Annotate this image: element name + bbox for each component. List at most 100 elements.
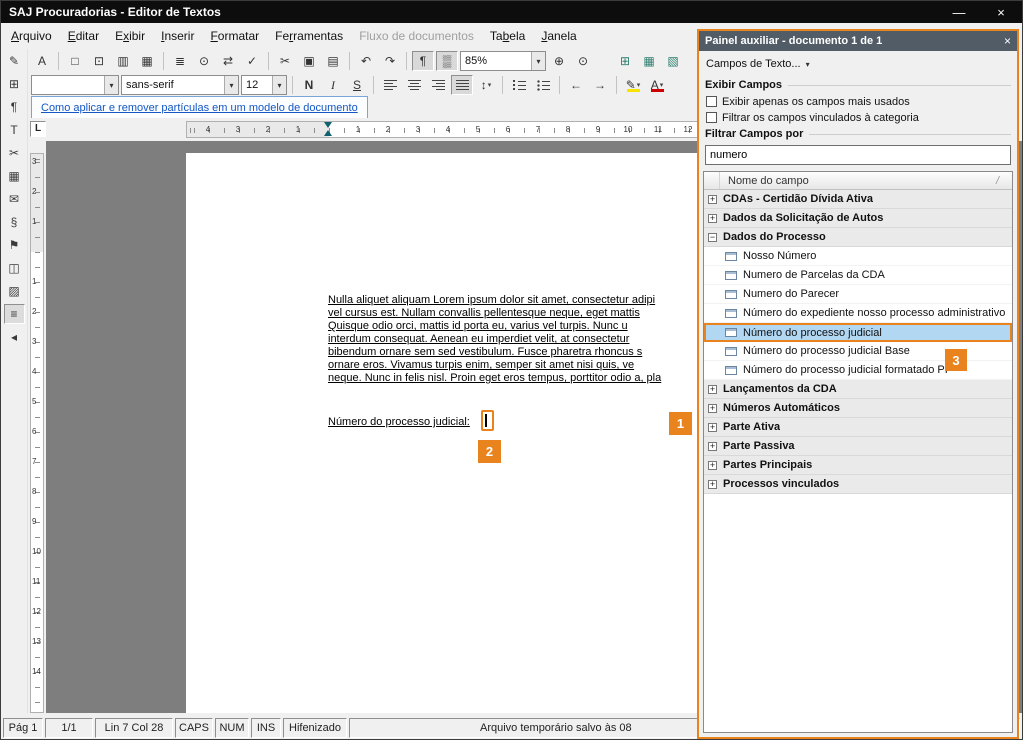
save-icon[interactable]: ▦ <box>136 51 158 71</box>
menu-arquivo[interactable]: Arquivo <box>3 25 60 47</box>
bullet-list-icon[interactable] <box>532 75 554 95</box>
spellcheck-icon[interactable]: ✓ <box>241 51 263 71</box>
category-dropdown[interactable]: Campos de Texto... ▾ <box>699 51 1017 77</box>
section-icon[interactable]: § <box>4 212 25 232</box>
first-line-indent-marker[interactable] <box>324 122 332 128</box>
italic-icon[interactable]: I <box>322 75 344 95</box>
paste-icon[interactable]: ▤ <box>322 51 344 71</box>
collapse-panel-icon[interactable]: ◂ <box>4 327 25 347</box>
split-view-icon[interactable]: ◫ <box>4 258 25 278</box>
field-group-numeros-automaticos[interactable]: +Números Automáticos <box>704 399 1012 418</box>
fields-list-header[interactable]: Nome do campo / <box>704 172 1012 190</box>
tab-stop-selector[interactable]: L <box>30 121 46 137</box>
flag-icon[interactable]: ⚑ <box>4 235 25 255</box>
field-group-partes-principais[interactable]: +Partes Principais <box>704 456 1012 475</box>
sort-icon[interactable]: / <box>996 175 1012 187</box>
insert-field-icon[interactable]: ⊞ <box>4 74 25 94</box>
text-block-icon[interactable]: T <box>4 120 25 140</box>
expand-icon[interactable]: + <box>708 214 717 223</box>
menu-formatar[interactable]: Formatar <box>202 25 267 47</box>
collapse-icon[interactable]: − <box>708 233 717 242</box>
zoom-fit-icon[interactable]: ⊙ <box>572 51 594 71</box>
cut-tool-icon[interactable]: ✂ <box>4 143 25 163</box>
field-group-cdas-certidao-divida-ativa[interactable]: +CDAs - Certidão Dívida Ativa <box>704 190 1012 209</box>
menu-inserir[interactable]: Inserir <box>153 25 202 47</box>
expand-icon[interactable]: + <box>708 461 717 470</box>
menu-fluxo-de-documentos[interactable]: Fluxo de documentos <box>351 25 482 47</box>
redo-icon[interactable]: ↷ <box>379 51 401 71</box>
checkbox-box[interactable] <box>706 112 717 123</box>
new-document-icon[interactable]: □ <box>64 51 86 71</box>
field-item-nosso-numero[interactable]: Nosso Número <box>704 247 1012 266</box>
align-left-icon[interactable] <box>379 75 401 95</box>
expand-icon[interactable]: + <box>708 480 717 489</box>
font-size-select[interactable]: 12▾ <box>241 75 287 95</box>
checkbox-box[interactable] <box>706 96 717 107</box>
field-group-parte-ativa[interactable]: +Parte Ativa <box>704 418 1012 437</box>
field-group-parte-passiva[interactable]: +Parte Passiva <box>704 437 1012 456</box>
paragraph-style-select[interactable]: ▾ <box>31 75 119 95</box>
font-select[interactable]: sans-serif▾ <box>121 75 239 95</box>
table-grid-icon[interactable]: ▦ <box>638 51 660 71</box>
dropdown-caret-icon[interactable]: ▾ <box>272 76 286 94</box>
field-item-numero-do-processo-judicial[interactable]: Número do processo judicial <box>704 323 1012 342</box>
menu-janela[interactable]: Janela <box>533 25 584 47</box>
expand-icon[interactable]: + <box>708 385 717 394</box>
menu-editar[interactable]: Editar <box>60 25 107 47</box>
paragraph-marks-icon[interactable]: ¶ <box>4 97 25 117</box>
field-item-numero-do-parecer[interactable]: Numero do Parecer <box>704 285 1012 304</box>
open-document-icon[interactable]: ⊡ <box>88 51 110 71</box>
align-justify-icon[interactable] <box>451 75 473 95</box>
line-spacing-icon[interactable]: ↕▾ <box>475 75 497 95</box>
close-button[interactable]: × <box>980 5 1022 20</box>
print-icon[interactable]: ≣ <box>169 51 191 71</box>
document-template-icon[interactable]: ▥ <box>112 51 134 71</box>
filter-input[interactable] <box>705 145 1011 165</box>
field-shading-icon[interactable]: ▒ <box>436 51 458 71</box>
table-tool-icon[interactable]: ▦ <box>4 166 25 186</box>
cut-icon[interactable]: ✂ <box>274 51 296 71</box>
increase-indent-icon[interactable]: → <box>589 75 611 95</box>
insert-table-icon[interactable]: ⊞ <box>614 51 636 71</box>
menu-exibir[interactable]: Exibir <box>107 25 153 47</box>
undo-icon[interactable]: ↶ <box>355 51 377 71</box>
help-link[interactable]: Como aplicar e remover partículas em um … <box>41 102 358 114</box>
document-flow-icon[interactable]: ⇄ <box>217 51 239 71</box>
table-borders-icon[interactable]: ▧ <box>662 51 684 71</box>
field-group-dados-do-processo[interactable]: −Dados do Processo <box>704 228 1012 247</box>
field-group-lancamentos-da-cda[interactable]: +Lançamentos da CDA <box>704 380 1012 399</box>
decrease-indent-icon[interactable]: ← <box>565 75 587 95</box>
menu-tabela[interactable]: Tabela <box>482 25 533 47</box>
field-group-processos-vinculados[interactable]: +Processos vinculados <box>704 475 1012 494</box>
highlight-color-icon[interactable]: ✎▾ <box>622 75 644 95</box>
field-group-dados-da-solicitacao-de-autos[interactable]: +Dados da Solicitação de Autos <box>704 209 1012 228</box>
left-indent-marker[interactable] <box>324 130 332 136</box>
print-preview-icon[interactable]: ⊙ <box>193 51 215 71</box>
formatting-marks-icon[interactable]: ¶ <box>412 51 434 71</box>
checkbox-filter-category[interactable]: Filtrar os campos vinculados à categoria <box>699 110 1017 125</box>
field-list-icon[interactable]: ≡ <box>4 304 25 324</box>
panel-close-icon[interactable]: × <box>1004 34 1011 48</box>
field-item-numero-de-parcelas-da-cda[interactable]: Numero de Parcelas da CDA <box>704 266 1012 285</box>
dropdown-caret-icon[interactable]: ▾ <box>104 76 118 94</box>
minimize-button[interactable]: — <box>938 5 980 20</box>
copy-icon[interactable]: ▣ <box>298 51 320 71</box>
menu-ferramentas[interactable]: Ferramentas <box>267 25 351 47</box>
underline-icon[interactable]: S <box>346 75 368 95</box>
expand-icon[interactable]: + <box>708 404 717 413</box>
shading-tool-icon[interactable]: ▨ <box>4 281 25 301</box>
field-item-numero-do-expediente-nosso-processo-administrativo[interactable]: Número do expediente nosso processo admi… <box>704 304 1012 323</box>
autotext-icon[interactable]: A <box>31 51 53 71</box>
stamp-icon[interactable]: ✎ <box>4 51 25 71</box>
align-center-icon[interactable] <box>403 75 425 95</box>
expand-icon[interactable]: + <box>708 423 717 432</box>
align-right-icon[interactable] <box>427 75 449 95</box>
dropdown-caret-icon[interactable]: ▾ <box>224 76 238 94</box>
zoom-in-icon[interactable]: ⊕ <box>548 51 570 71</box>
expand-icon[interactable]: + <box>708 442 717 451</box>
checkbox-most-used[interactable]: Exibir apenas os campos mais usados <box>699 94 1017 109</box>
font-color-icon[interactable]: A▾ <box>646 75 668 95</box>
dropdown-caret-icon[interactable]: ▾ <box>531 52 545 70</box>
zoom-select[interactable]: 85%▾ <box>460 51 546 71</box>
expand-icon[interactable]: + <box>708 195 717 204</box>
